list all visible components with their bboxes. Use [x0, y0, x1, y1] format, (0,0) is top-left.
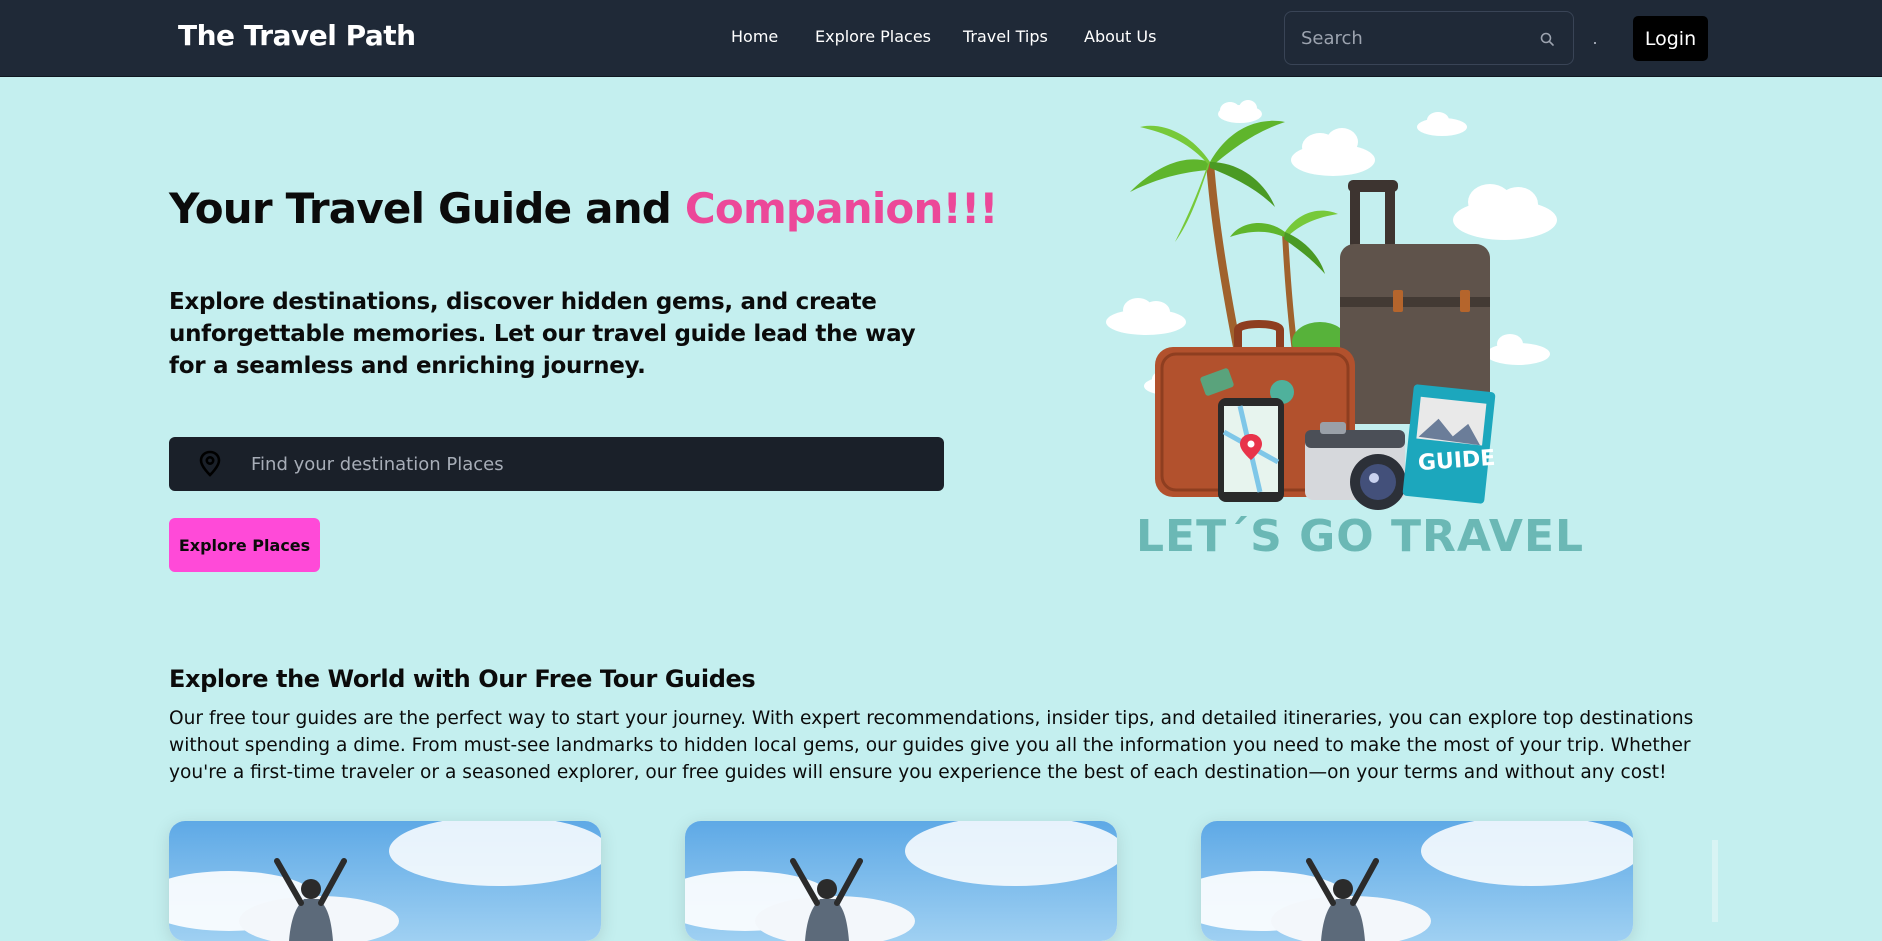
hero-title: Your Travel Guide and Companion!!! [169, 184, 998, 233]
tour-card-image [1201, 821, 1633, 941]
nav-link-travel-tips[interactable]: Travel Tips [963, 27, 1048, 46]
travel-illustration: GUIDE [1106, 100, 1557, 510]
section-description: Our free tour guides are the perfect way… [169, 708, 1694, 783]
nav-link-about-us[interactable]: About Us [1084, 27, 1156, 46]
destination-search-input[interactable] [251, 449, 911, 479]
hero-subtitle: Explore destinations, discover hidden ge… [169, 289, 916, 379]
nav-search-box [1284, 11, 1574, 65]
tour-card-image [685, 821, 1117, 941]
nav-separator-dot [1594, 42, 1596, 44]
login-button[interactable]: Login [1633, 16, 1708, 61]
card-carousel-edge [1712, 840, 1718, 922]
map-pin-icon [199, 450, 221, 477]
nav-search-input[interactable] [1301, 24, 1521, 52]
hero-art-caption: LET´S GO TRAVEL [1136, 511, 1585, 562]
top-navbar: The Travel Path Home Explore Places Trav… [0, 0, 1882, 77]
guide-book-decoration: GUIDE [1402, 384, 1496, 504]
hero-title-accent: Companion!!! [684, 184, 999, 233]
tour-card-image [169, 821, 601, 941]
section-title: Explore the World with Our Free Tour Gui… [169, 665, 756, 693]
tablet-map-decoration [1218, 398, 1284, 502]
hero-title-main: Your Travel Guide and [169, 184, 685, 233]
explore-places-button[interactable]: Explore Places [169, 518, 320, 572]
tour-card-3[interactable] [1201, 821, 1633, 941]
tour-card-2[interactable] [685, 821, 1117, 941]
camera-decoration [1305, 422, 1406, 510]
nav-link-home[interactable]: Home [731, 27, 778, 46]
tour-card-1[interactable] [169, 821, 601, 941]
brand-logo[interactable]: The Travel Path [178, 19, 416, 52]
search-icon[interactable] [1539, 31, 1555, 47]
destination-search-box [169, 437, 944, 491]
nav-link-explore-places[interactable]: Explore Places [815, 27, 931, 46]
